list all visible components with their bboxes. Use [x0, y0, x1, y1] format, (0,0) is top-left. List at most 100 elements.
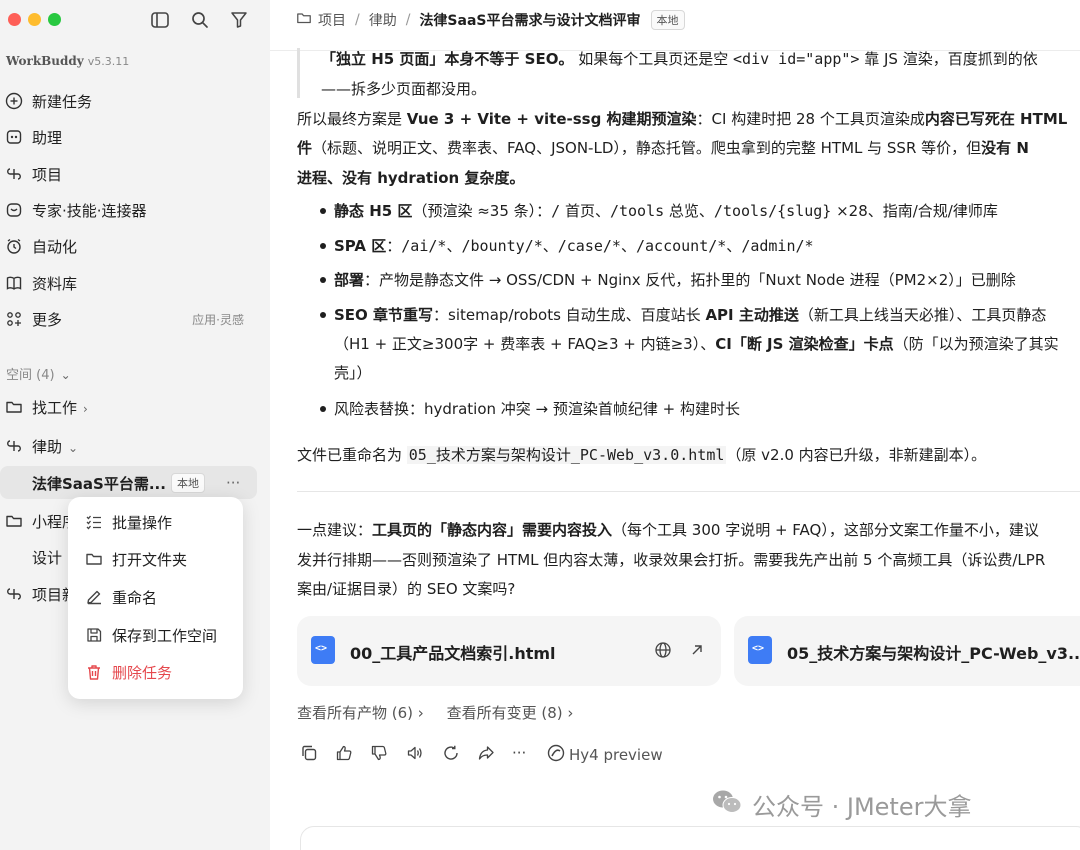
breadcrumb-current: 法律SaaS平台需求与设计文档评审	[419, 13, 641, 29]
folder-icon	[4, 397, 24, 417]
menu-label: 删除任务	[112, 663, 173, 682]
bullet-dot	[320, 312, 326, 318]
share-icon[interactable]	[477, 744, 497, 764]
nav-new-task[interactable]: 新建任务	[0, 84, 270, 118]
view-changes-link[interactable]: 查看所有变更 (8) ›	[447, 704, 574, 722]
task-item-saas[interactable]: 法律SaaS平台需... 本地 ···	[0, 466, 270, 500]
task-label: 法律SaaS平台需...	[32, 474, 166, 493]
task-label: 设计	[32, 548, 63, 567]
breadcrumb-root[interactable]: 项目	[318, 10, 346, 30]
menu-label: 保存到工作空间	[112, 626, 218, 645]
para-line: 所以最终方案是 Vue 3 + Vite + vite-ssg 构建期预渲染：C…	[297, 110, 1068, 128]
space-label: 找工作 ›	[32, 398, 88, 417]
speaker-icon[interactable]	[406, 744, 426, 764]
bullet-dot	[320, 243, 326, 249]
code-file-icon: <>	[748, 636, 772, 664]
globe-icon[interactable]	[654, 641, 672, 663]
thumbs-down-icon[interactable]	[370, 744, 390, 764]
breadcrumb-space[interactable]: 律助	[369, 10, 397, 30]
space-label: 律助 ⌄	[32, 437, 79, 456]
nav-projects[interactable]: 项目	[0, 157, 270, 191]
rename-note: 文件已重命名为 05_技术方案与架构设计_PC-Web_v3.0.html （原 …	[297, 446, 987, 464]
window-minimize-button[interactable]	[28, 13, 41, 26]
nav-label: 专家·技能·连接器	[32, 201, 147, 220]
nav-more[interactable]: 更多 应用·灵感	[0, 302, 270, 336]
filter-icon[interactable]	[229, 10, 249, 30]
project-icon	[4, 436, 24, 456]
para-line: 件（标题、说明正文、费率表、FAQ、JSON-LD），静态托管。爬虫拿到的完整 …	[297, 139, 1029, 157]
space-item-lawhelper[interactable]: 律助 ⌄	[0, 429, 270, 463]
more-actions-icon[interactable]: ···	[512, 744, 532, 764]
nav-label: 项目	[32, 165, 63, 184]
bullet-seo-line3: 壳」）	[334, 364, 372, 382]
summary-links: 查看所有产物 (6) › 查看所有变更 (8) ›	[297, 702, 591, 723]
nav-more-hint: 应用·灵感	[192, 312, 244, 327]
bullet-deploy: 部署：产物是静态文件 → OSS/CDN + Nginx 反代，拓扑里的「Nux…	[334, 271, 1016, 289]
nav-label: 助理	[32, 128, 63, 147]
bullet-dot	[320, 208, 326, 214]
breadcrumb-sep: /	[355, 12, 360, 28]
watermark: 公众号 · JMeter大拿	[712, 787, 971, 822]
sidebar-toggle-icon[interactable]	[150, 10, 170, 30]
bullet-static-h5: 静态 H5 区（预渲染 ≈35 条）：/ 首页、/tools 总览、/tools…	[334, 202, 998, 220]
menu-item-open-folder[interactable]: 打开文件夹	[68, 542, 243, 576]
bullet-seo-line2: （H1 + 正文≥300字 + 费率表 + FAQ≥3 + 内链≥3）、CI「断…	[334, 335, 1059, 353]
nav-label: 更多	[32, 310, 63, 329]
bullet-risk: 风险表替换：hydration 冲突 → 预渲染首帧纪律 + 构建时长	[334, 400, 740, 418]
context-menu: 批量操作 打开文件夹 重命名 保存到工作空间 删除任务	[68, 497, 243, 699]
menu-item-save-workspace[interactable]: 保存到工作空间	[68, 618, 243, 652]
model-logo-icon	[547, 744, 565, 766]
chat-input[interactable]	[300, 826, 1080, 850]
menu-item-delete-task[interactable]: 删除任务	[68, 655, 243, 689]
open-external-icon[interactable]	[688, 641, 706, 663]
main-panel: 项目 / 律助 / 法律SaaS平台需求与设计文档评审 本地 「独立 H5 页面…	[270, 0, 1080, 850]
bullet-seo: SEO 章节重写：sitemap/robots 自动生成、百度站长 API 主动…	[334, 306, 1047, 324]
nav-label: 自动化	[32, 237, 78, 256]
project-icon	[4, 584, 24, 604]
pencil-icon	[85, 588, 103, 606]
folder-icon	[85, 550, 103, 568]
expert-icon	[4, 200, 24, 220]
menu-label: 打开文件夹	[112, 550, 188, 569]
assistant-icon	[4, 127, 24, 147]
spaces-header[interactable]: 空间 (4) ⌄	[6, 364, 71, 383]
bullet-dot	[320, 406, 326, 412]
regenerate-icon[interactable]	[442, 744, 462, 764]
thumbs-up-icon[interactable]	[335, 744, 355, 764]
apps-grid-icon	[4, 309, 24, 329]
breadcrumb: 项目 / 律助 / 法律SaaS平台需求与设计文档评审 本地	[296, 10, 685, 30]
menu-item-rename[interactable]: 重命名	[68, 580, 243, 614]
file-card[interactable]: <> 05_技术方案与架构设计_PC-Web_v3...	[734, 616, 1080, 686]
breadcrumb-sep: /	[405, 12, 411, 28]
nav-library[interactable]: 资料库	[0, 266, 270, 300]
space-item-job[interactable]: 找工作 ›	[0, 390, 270, 424]
bullet-dot	[320, 277, 326, 283]
file-card[interactable]: <> 00_工具产品文档索引.html	[297, 616, 721, 686]
nav-automation[interactable]: 自动化	[0, 229, 270, 263]
folder-icon	[296, 10, 312, 30]
window-close-button[interactable]	[8, 13, 21, 26]
bullet-spa: SPA 区：/ai/*、/bounty/*、/case/*、/account/*…	[334, 237, 814, 255]
save-icon	[85, 626, 103, 644]
menu-item-batch[interactable]: 批量操作	[68, 505, 243, 539]
trash-icon	[85, 663, 103, 681]
nav-label: 新建任务	[32, 92, 93, 111]
quote-line-2: ——拆多少页面都没用。	[321, 80, 487, 98]
nav-experts[interactable]: 专家·技能·连接器	[0, 193, 270, 227]
file-name: 05_技术方案与架构设计_PC-Web_v3...	[787, 644, 1080, 663]
quote-bar	[297, 48, 300, 98]
wechat-icon	[712, 789, 742, 821]
model-indicator[interactable]: Hy4 preview	[547, 744, 663, 766]
menu-label: 重命名	[112, 588, 158, 607]
advice-line-3: 案由/证据目录）的 SEO 文案吗?	[297, 580, 516, 598]
advice-line-1: 一点建议：工具页的「静态内容」需要内容投入（每个工具 300 字说明 + FAQ…	[297, 521, 1039, 539]
view-artifacts-link[interactable]: 查看所有产物 (6) ›	[297, 704, 424, 722]
nav-assistant[interactable]: 助理	[0, 120, 270, 154]
window-zoom-button[interactable]	[48, 13, 61, 26]
model-name: Hy4 preview	[569, 746, 663, 764]
search-icon[interactable]	[190, 10, 210, 30]
quote-line-1: 「独立 H5 页面」本身不等于 SEO。 如果每个工具页还是空 <div id=…	[321, 50, 1038, 68]
copy-icon[interactable]	[300, 744, 320, 764]
more-options-icon[interactable]: ···	[226, 474, 240, 492]
menu-label: 批量操作	[112, 513, 173, 532]
